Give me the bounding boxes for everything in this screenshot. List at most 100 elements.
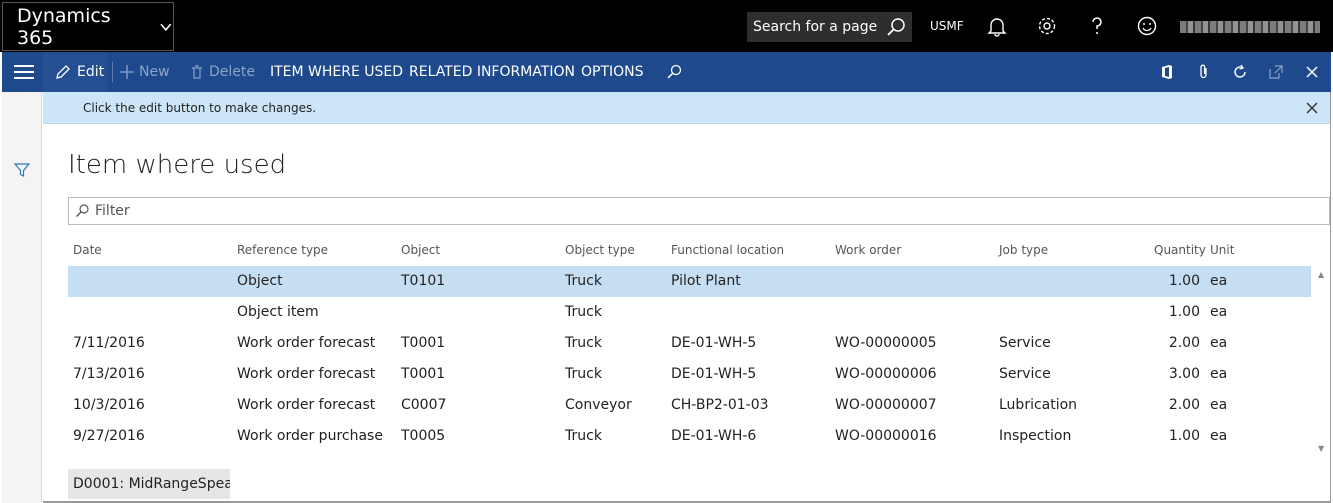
scroll-up-arrow-icon[interactable]: ▲	[1318, 270, 1324, 279]
cell-functional-location[interactable]: Pilot Plant	[671, 273, 741, 289]
cell-object[interactable]: C0007	[401, 397, 446, 413]
cell-reference-type: Object	[237, 273, 283, 289]
top-nav-bar: Dynamics 365 Search for a page USMF	[0, 0, 1333, 52]
hamburger-menu-icon[interactable]	[14, 65, 34, 79]
message-close-icon[interactable]	[1305, 101, 1319, 115]
cell-object-type: Truck	[565, 335, 602, 351]
cell-functional-location[interactable]: DE-01-WH-6	[671, 428, 756, 444]
cell-functional-location[interactable]: DE-01-WH-5	[671, 335, 756, 351]
app-switcher-button[interactable]: Dynamics 365	[2, 2, 174, 51]
filter-funnel-icon[interactable]	[14, 162, 30, 178]
grid-body: Object T0101 Truck Pilot Plant 1.00 ea O…	[68, 266, 1311, 452]
search-icon[interactable]	[886, 17, 906, 37]
column-header-job-type[interactable]: Job type	[999, 243, 1048, 257]
chevron-down-icon	[160, 23, 172, 31]
pencil-icon	[56, 65, 70, 79]
table-row[interactable]: Object T0101 Truck Pilot Plant 1.00 ea	[68, 266, 1311, 297]
cell-date: 7/11/2016	[73, 335, 145, 351]
tab-options[interactable]: OPTIONS	[581, 52, 644, 92]
new-label: New	[139, 64, 170, 80]
open-new-window-icon[interactable]	[1268, 64, 1284, 80]
smiley-feedback-icon[interactable]	[1136, 15, 1158, 37]
edit-button[interactable]: Edit	[43, 52, 108, 92]
cell-object-type: Truck	[565, 304, 602, 320]
column-header-object-type[interactable]: Object type	[565, 243, 635, 257]
cell-unit: ea	[1210, 273, 1228, 289]
message-text: Click the edit button to make changes.	[83, 101, 317, 115]
cell-object[interactable]: T0001	[401, 366, 445, 382]
page-search-box[interactable]: Search for a page	[747, 12, 912, 42]
company-picker[interactable]: USMF	[930, 19, 964, 33]
cell-object[interactable]: T0001	[401, 335, 445, 351]
cell-object[interactable]: T0005	[401, 428, 445, 444]
column-header-functional-location[interactable]: Functional location	[671, 243, 784, 257]
cell-unit: ea	[1210, 304, 1228, 320]
column-header-unit[interactable]: Unit	[1210, 243, 1234, 257]
attachment-icon[interactable]	[1196, 64, 1212, 80]
cell-quantity: 3.00	[1168, 366, 1200, 382]
cell-work-order[interactable]: WO-00000006	[835, 366, 937, 382]
cell-reference-type: Work order forecast	[237, 335, 376, 351]
grid-header: Date Reference type Object Object type F…	[68, 243, 1311, 261]
table-row[interactable]: 10/3/2016 Work order forecast C0007 Conv…	[68, 390, 1311, 421]
cell-job-type: Service	[999, 366, 1051, 382]
help-icon[interactable]	[1086, 15, 1108, 37]
right-edge-divider	[1330, 92, 1331, 503]
cell-job-type: Service	[999, 335, 1051, 351]
cell-unit: ea	[1210, 335, 1228, 351]
close-icon[interactable]	[1304, 64, 1320, 80]
plus-icon	[120, 65, 134, 79]
column-header-work-order[interactable]: Work order	[835, 243, 901, 257]
cell-date: 10/3/2016	[73, 397, 145, 413]
new-button[interactable]: New	[120, 52, 170, 92]
page-title: Item where used	[68, 150, 287, 180]
cell-unit: ea	[1210, 428, 1228, 444]
action-search-icon[interactable]	[666, 64, 682, 80]
table-row[interactable]: 9/27/2016 Work order purchase T0005 Truc…	[68, 421, 1311, 452]
cell-work-order[interactable]: WO-00000016	[835, 428, 937, 444]
column-header-reference-type[interactable]: Reference type	[237, 243, 328, 257]
cell-functional-location[interactable]: CH-BP2-01-03	[671, 397, 769, 413]
cell-object-type: Truck	[565, 428, 602, 444]
cell-work-order[interactable]: WO-00000007	[835, 397, 937, 413]
gear-icon[interactable]	[1036, 15, 1058, 37]
message-bar: Click the edit button to make changes.	[43, 92, 1331, 124]
cell-object-type: Truck	[565, 366, 602, 382]
cell-work-order[interactable]: WO-00000005	[835, 335, 937, 351]
cell-reference-type: Work order purchase	[237, 428, 383, 444]
delete-label: Delete	[209, 64, 255, 80]
cell-functional-location[interactable]: DE-01-WH-5	[671, 366, 756, 382]
table-row[interactable]: 7/13/2016 Work order forecast T0001 Truc…	[68, 359, 1311, 390]
cell-quantity: 2.00	[1168, 397, 1200, 413]
table-row[interactable]: 7/11/2016 Work order forecast T0001 Truc…	[68, 328, 1311, 359]
cell-object[interactable]: T0101	[401, 273, 445, 289]
cell-reference-type: Object item	[237, 304, 319, 320]
action-pane: Edit New Delete ITEM WHERE USED RELATED …	[2, 52, 1331, 92]
refresh-icon[interactable]	[1232, 64, 1248, 80]
cell-object-type: Truck	[565, 273, 602, 289]
column-header-date[interactable]: Date	[73, 243, 102, 257]
cell-job-type: Inspection	[999, 428, 1072, 444]
tab-item-where-used[interactable]: ITEM WHERE USED	[270, 52, 403, 92]
delete-button[interactable]: Delete	[190, 52, 255, 92]
table-row[interactable]: Object item Truck 1.00 ea	[68, 297, 1311, 328]
cell-reference-type: Work order forecast	[237, 397, 376, 413]
cell-quantity: 1.00	[1168, 273, 1200, 289]
office-icon[interactable]	[1159, 64, 1175, 80]
cell-quantity: 1.00	[1168, 428, 1200, 444]
cell-date: 9/27/2016	[73, 428, 145, 444]
column-header-quantity[interactable]: Quantity	[1154, 243, 1206, 257]
bell-icon[interactable]	[986, 15, 1008, 37]
edit-label: Edit	[77, 64, 105, 80]
scroll-down-arrow-icon[interactable]: ▼	[1318, 444, 1324, 453]
left-rail	[2, 92, 42, 503]
column-header-object[interactable]: Object	[401, 243, 440, 257]
filter-input[interactable]: Filter	[68, 197, 1330, 225]
user-name[interactable]	[1180, 21, 1320, 33]
app-window: Dynamics 365 Search for a page USMF Edit…	[0, 0, 1333, 503]
tab-related-information[interactable]: RELATED INFORMATION	[409, 52, 575, 92]
cell-reference-type: Work order forecast	[237, 366, 376, 382]
grid-scrollbar[interactable]: ▲ ▼	[1315, 266, 1329, 458]
record-caption-tab[interactable]: D0001: MidRangeSpea...	[68, 469, 230, 499]
cell-unit: ea	[1210, 397, 1228, 413]
